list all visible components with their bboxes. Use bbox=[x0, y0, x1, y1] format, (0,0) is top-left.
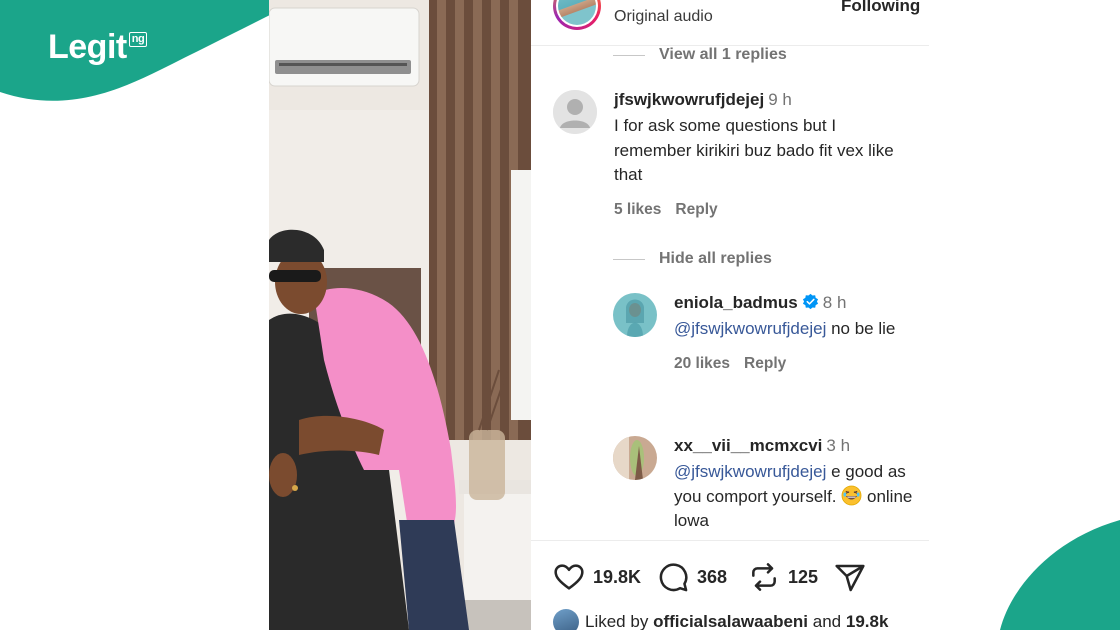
view-replies-label: View all 1 replies bbox=[659, 46, 787, 63]
mention-link[interactable]: @jfswjkwowrufjdejej bbox=[674, 462, 826, 481]
audio-label[interactable]: Original audio bbox=[614, 8, 713, 26]
share-icon[interactable] bbox=[834, 562, 866, 594]
liked-by-user[interactable]: officialsalawaabeni bbox=[653, 612, 808, 630]
like-action[interactable]: 19.8K bbox=[553, 561, 641, 593]
brand-name: Legit bbox=[48, 28, 127, 66]
brand-logo: Legit ng bbox=[48, 28, 148, 67]
liked-by-row[interactable]: Liked by officialsalawaabeni and 19.8k bbox=[553, 609, 888, 630]
comment-username[interactable]: xx__vii__mcmxcvi bbox=[674, 436, 822, 455]
post-actions-bar: 19.8K 368 125 Liked by officialsalawaabe… bbox=[531, 540, 929, 630]
divider-line bbox=[613, 258, 645, 260]
following-button[interactable]: Following bbox=[841, 0, 920, 16]
repost-icon bbox=[752, 563, 776, 591]
author-avatar[interactable] bbox=[553, 0, 601, 30]
comment-likes[interactable]: 5 likes bbox=[614, 201, 661, 218]
comment-bubble-icon bbox=[659, 563, 688, 592]
comment-text: I for ask some questions but I remember … bbox=[614, 116, 894, 184]
verified-badge-icon bbox=[802, 293, 818, 310]
comment-username[interactable]: jfswjkwowrufjdejej bbox=[614, 90, 764, 109]
video-frame[interactable] bbox=[269, 0, 531, 630]
avatar[interactable] bbox=[613, 293, 657, 337]
liked-by-prefix: Liked by bbox=[585, 612, 649, 630]
divider-line bbox=[613, 54, 645, 56]
heart-icon bbox=[554, 564, 584, 590]
avatar-image bbox=[613, 293, 657, 337]
video-scene bbox=[269, 0, 531, 630]
mention-link[interactable]: @jfswjkwowrufjdejej bbox=[674, 319, 826, 338]
comments-panel: Original audio Following View all 1 repl… bbox=[531, 0, 929, 630]
brand-background-shape bbox=[0, 0, 300, 101]
repost-action[interactable]: 125 bbox=[748, 561, 818, 593]
hide-replies-toggle[interactable]: Hide all replies bbox=[613, 250, 772, 268]
brand-suffix: ng bbox=[128, 32, 148, 47]
liker-avatar bbox=[553, 609, 579, 630]
post-header: Original audio Following bbox=[531, 0, 929, 46]
likes-count: 19.8K bbox=[593, 566, 642, 587]
comment-text: no be lie bbox=[831, 319, 896, 338]
comment-time: 3 h bbox=[826, 436, 851, 455]
avatar[interactable] bbox=[613, 436, 657, 480]
comments-count: 368 bbox=[697, 566, 728, 587]
laughing-face-icon bbox=[841, 485, 862, 505]
avatar-image bbox=[613, 436, 657, 480]
reply-button[interactable]: Reply bbox=[675, 201, 717, 218]
comment-username[interactable]: eniola_badmus bbox=[674, 293, 798, 312]
comment-time: 9 h bbox=[768, 90, 792, 109]
corner-decoration bbox=[1000, 520, 1120, 630]
comment-action[interactable]: 368 bbox=[657, 561, 727, 593]
view-replies-toggle[interactable]: View all 1 replies bbox=[613, 46, 787, 64]
reply-button[interactable]: Reply bbox=[744, 355, 786, 372]
liked-by-connector: and bbox=[812, 612, 842, 630]
hide-replies-label: Hide all replies bbox=[659, 250, 772, 267]
reposts-count: 125 bbox=[788, 566, 819, 587]
comment-likes[interactable]: 20 likes bbox=[674, 355, 730, 372]
comment-time: 8 h bbox=[822, 293, 847, 312]
liked-by-count[interactable]: 19.8k bbox=[846, 612, 889, 630]
avatar[interactable] bbox=[553, 90, 597, 134]
default-user-icon bbox=[553, 90, 597, 134]
